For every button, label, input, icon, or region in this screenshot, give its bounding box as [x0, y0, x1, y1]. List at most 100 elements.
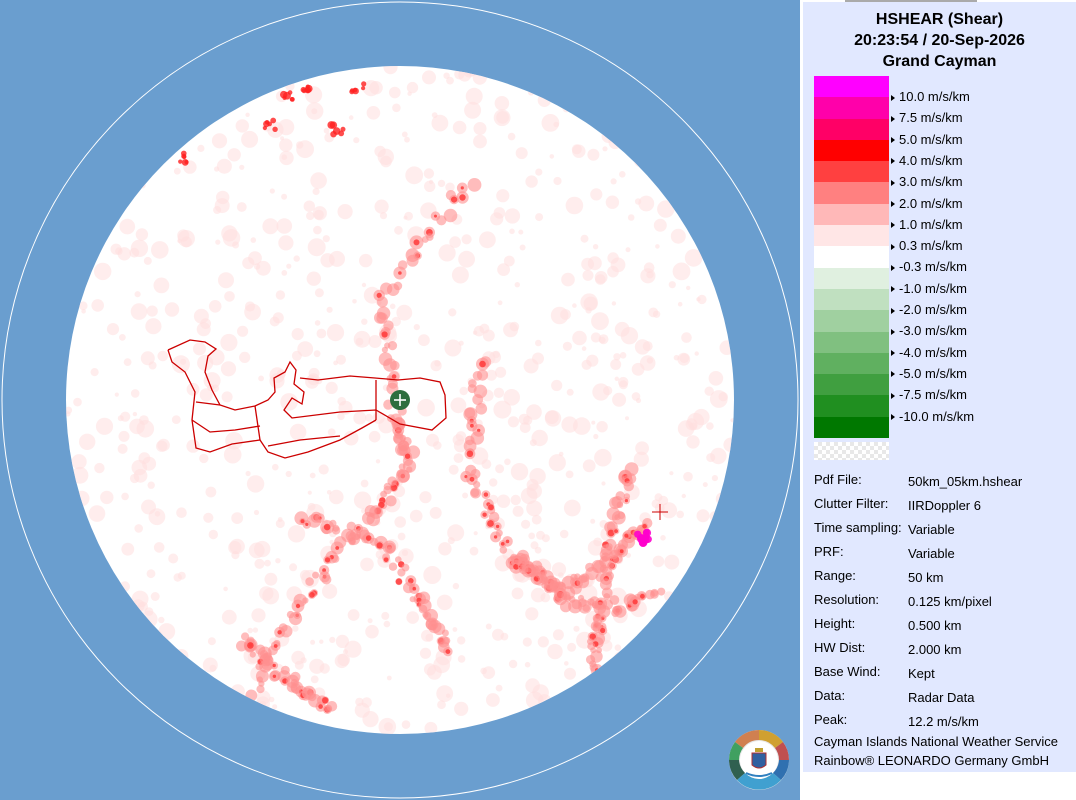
echo-cell	[610, 693, 617, 701]
echo-cell	[314, 320, 321, 326]
echo-cell	[510, 463, 529, 481]
echo-cell	[495, 464, 505, 474]
echo-cell	[272, 126, 278, 132]
echo-cell	[286, 68, 293, 75]
echo-cell	[458, 340, 464, 346]
echo-cell	[216, 190, 230, 205]
echo-cell	[143, 256, 152, 265]
echo-cell	[627, 214, 635, 221]
product-title: HSHEAR (Shear)	[875, 11, 1004, 28]
echo-cell	[553, 71, 571, 89]
echo-cell	[488, 504, 494, 511]
echo-cell	[394, 516, 407, 528]
echo-cell	[717, 566, 722, 572]
echo-cell	[66, 71, 69, 77]
echo-cell	[379, 212, 388, 220]
echo-cell	[431, 112, 438, 118]
echo-cell	[347, 609, 360, 621]
echo-cell	[150, 79, 166, 95]
echo-cell	[323, 523, 331, 531]
echo-cell	[310, 675, 319, 684]
echo-cell	[610, 178, 617, 185]
legend-pointer-icon	[891, 350, 895, 357]
echo-cell	[590, 332, 602, 343]
echo-cell	[422, 70, 436, 85]
legend-swatch	[814, 225, 889, 247]
echo-cell	[705, 678, 717, 690]
echo-cell	[612, 392, 627, 407]
echo-cell	[609, 595, 620, 605]
echo-cell	[686, 435, 700, 449]
echo-cell	[374, 199, 389, 214]
echo-cell	[493, 207, 506, 219]
echo-cell	[496, 494, 511, 508]
echo-cell	[389, 303, 396, 310]
echo-cell	[601, 552, 610, 562]
echo-cell	[713, 209, 726, 222]
echo-cell	[168, 706, 179, 717]
info-value: 50 km	[908, 570, 944, 585]
echo-cell	[723, 437, 734, 452]
echo-cell	[199, 705, 206, 711]
echo-cell	[424, 721, 438, 734]
echo-cell	[322, 583, 338, 599]
echo-cell	[670, 625, 682, 636]
echo-cell	[362, 711, 379, 728]
echo-cell	[272, 463, 279, 471]
radar-display[interactable]	[0, 0, 800, 800]
echo-cell	[150, 592, 160, 601]
echo-cell	[269, 188, 275, 194]
echo-cell	[504, 458, 511, 466]
echo-cell	[309, 592, 315, 598]
radar-site-marker[interactable]	[390, 390, 410, 410]
legend-label: 4.0 m/s/km	[891, 153, 963, 168]
echo-cell	[117, 247, 131, 261]
echo-cell	[611, 301, 617, 306]
echo-cell	[417, 398, 435, 417]
legend-label-text: 1.0 m/s/km	[899, 216, 963, 232]
echo-cell	[330, 131, 337, 138]
echo-cell	[173, 167, 181, 175]
echo-cell	[610, 359, 622, 370]
echo-cell	[487, 520, 494, 527]
info-key: Base Wind:	[814, 664, 881, 679]
legend-pointer-icon	[891, 414, 895, 421]
legend-label: -0.3 m/s/km	[891, 259, 967, 274]
legend-label: 2.0 m/s/km	[891, 196, 963, 211]
echo-cell	[66, 253, 74, 262]
echo-cell	[232, 241, 240, 249]
legend-pointer-icon	[891, 94, 895, 101]
echo-cell	[709, 187, 723, 200]
legend-swatch	[814, 246, 889, 268]
echo-cell	[644, 535, 652, 543]
echo-cell	[139, 679, 147, 687]
echo-cell	[562, 341, 573, 351]
echo-cell	[682, 585, 699, 603]
echo-cell	[613, 651, 628, 666]
echo-cell	[325, 381, 338, 394]
echo-cell	[158, 616, 165, 624]
echo-cell	[504, 208, 521, 224]
echo-cell	[147, 481, 155, 489]
echo-cell	[558, 572, 564, 578]
echo-cell	[537, 93, 552, 108]
echo-cell	[594, 106, 599, 111]
echo-cell	[703, 548, 722, 566]
radar-image[interactable]	[0, 0, 800, 800]
echo-cell	[66, 547, 80, 563]
echo-cell	[701, 189, 718, 206]
echo-cell	[80, 546, 96, 563]
legend-label-text: 7.5 m/s/km	[899, 110, 963, 126]
echo-cell	[321, 574, 332, 585]
legend-swatch	[814, 395, 889, 417]
echo-cell	[235, 119, 249, 133]
echo-cell	[312, 187, 320, 196]
echo-cell	[310, 172, 327, 189]
echo-cell	[529, 468, 546, 485]
echo-cell	[326, 324, 345, 342]
echo-cell	[503, 255, 515, 267]
echo-cell	[535, 213, 544, 222]
echo-cell	[381, 346, 388, 353]
echo-cell	[454, 701, 469, 716]
legend-label-text: 10.0 m/s/km	[899, 89, 970, 104]
